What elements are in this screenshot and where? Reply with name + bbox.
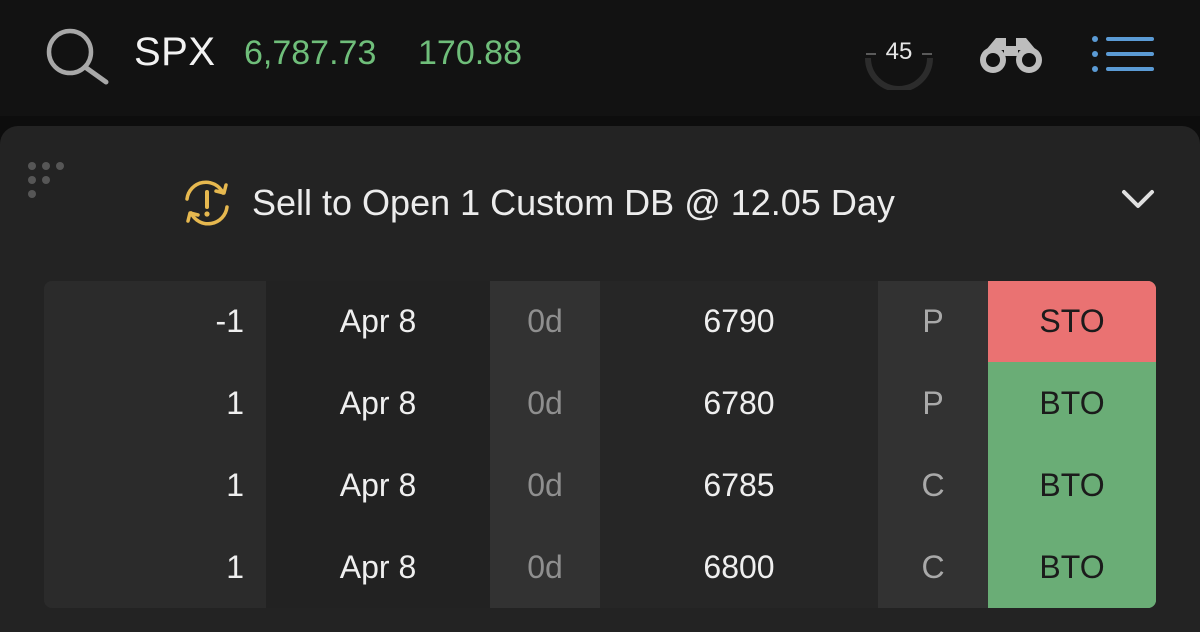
- leg-option-type[interactable]: P: [878, 281, 988, 362]
- leg-action-button[interactable]: STO: [988, 281, 1156, 362]
- order-panel: Sell to Open 1 Custom DB @ 12.05 Day -1 …: [0, 126, 1200, 632]
- leg-option-type[interactable]: C: [878, 527, 988, 608]
- binoculars-icon[interactable]: [976, 32, 1046, 76]
- countdown-gauge[interactable]: 45: [862, 30, 936, 90]
- list-menu-icon[interactable]: [1090, 34, 1156, 74]
- leg-action-button[interactable]: BTO: [988, 445, 1156, 526]
- trade-screen: SPX 6,787.73 170.88 45 Sell to Open 1 Cu…: [0, 0, 1200, 632]
- order-legs-table: -1 Apr 8 0d 6790 P STO 1 Apr 8 0d 6780 P…: [44, 281, 1156, 608]
- leg-option-type[interactable]: C: [878, 445, 988, 526]
- leg-row[interactable]: 1 Apr 8 0d 6780 P BTO: [44, 363, 1156, 444]
- leg-quantity[interactable]: 1: [44, 363, 244, 444]
- leg-action-button[interactable]: BTO: [988, 527, 1156, 608]
- symbol-label[interactable]: SPX: [134, 26, 216, 78]
- top-bar: SPX 6,787.73 170.88 45: [0, 0, 1200, 116]
- chevron-down-icon[interactable]: [1118, 184, 1158, 214]
- leg-row[interactable]: 1 Apr 8 0d 6800 C BTO: [44, 527, 1156, 608]
- leg-row[interactable]: -1 Apr 8 0d 6790 P STO: [44, 281, 1156, 362]
- leg-days-to-expiry: 0d: [527, 549, 563, 585]
- search-icon[interactable]: [44, 26, 110, 86]
- leg-strike[interactable]: 6780: [600, 363, 878, 444]
- leg-quantity[interactable]: 1: [44, 445, 244, 526]
- leg-quantity[interactable]: 1: [44, 527, 244, 608]
- order-summary[interactable]: Sell to Open 1 Custom DB @ 12.05 Day: [178, 178, 895, 228]
- alert-cycle-icon: [185, 180, 229, 226]
- leg-strike[interactable]: 6790: [600, 281, 878, 362]
- leg-strike[interactable]: 6800: [600, 527, 878, 608]
- leg-days-to-expiry: 0d: [527, 467, 563, 503]
- leg-expiration[interactable]: Apr 8: [266, 281, 490, 362]
- leg-option-type[interactable]: P: [878, 363, 988, 444]
- order-summary-text: Sell to Open 1 Custom DB @ 12.05 Day: [252, 182, 895, 223]
- leg-row[interactable]: 1 Apr 8 0d 6785 C BTO: [44, 445, 1156, 526]
- price-change: 170.88: [418, 34, 522, 72]
- leg-expiration[interactable]: Apr 8: [266, 527, 490, 608]
- leg-expiration[interactable]: Apr 8: [266, 445, 490, 526]
- leg-action-button[interactable]: BTO: [988, 363, 1156, 444]
- leg-expiration[interactable]: Apr 8: [266, 363, 490, 444]
- gauge-value: 45: [885, 38, 913, 65]
- leg-days-to-expiry: 0d: [527, 303, 563, 339]
- leg-days-to-expiry: 0d: [527, 385, 563, 421]
- last-price: 6,787.73: [244, 34, 377, 72]
- leg-quantity[interactable]: -1: [44, 281, 244, 362]
- leg-strike[interactable]: 6785: [600, 445, 878, 526]
- drag-handle-icon[interactable]: [26, 160, 70, 200]
